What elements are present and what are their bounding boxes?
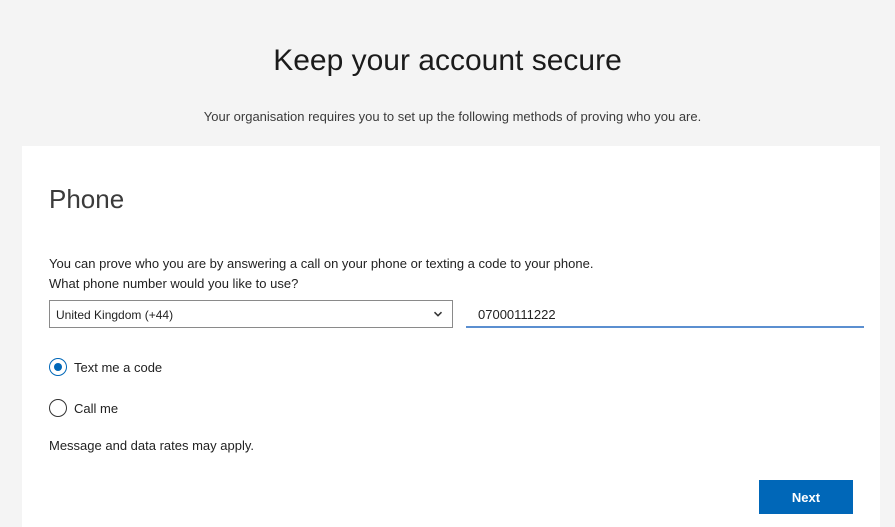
page-title: Keep your account secure xyxy=(273,44,622,77)
phone-question: What phone number would you like to use? xyxy=(49,276,299,291)
phone-method-card: Phone You can prove who you are by answe… xyxy=(22,146,880,527)
next-button[interactable]: Next xyxy=(759,480,853,514)
phone-description: You can prove who you are by answering a… xyxy=(49,256,594,271)
page-subtitle: Your organisation requires you to set up… xyxy=(203,109,702,124)
country-code-select[interactable]: United Kingdom (+44) xyxy=(49,300,453,328)
radio-label-call: Call me xyxy=(74,400,119,416)
phone-number-value: 07000111222 xyxy=(478,307,556,322)
radio-label-text: Text me a code xyxy=(74,359,163,375)
radio-unselected-icon[interactable] xyxy=(49,399,67,417)
radio-selected-icon[interactable] xyxy=(49,358,67,376)
radio-option-call[interactable]: Call me xyxy=(49,397,118,419)
section-title: Phone xyxy=(49,184,125,214)
radio-option-text[interactable]: Text me a code xyxy=(49,356,162,378)
chevron-down-icon xyxy=(433,311,443,317)
rates-disclaimer: Message and data rates may apply. xyxy=(49,438,254,453)
phone-number-input[interactable]: 07000111222 xyxy=(466,300,864,328)
country-code-value: United Kingdom (+44) xyxy=(56,308,174,322)
